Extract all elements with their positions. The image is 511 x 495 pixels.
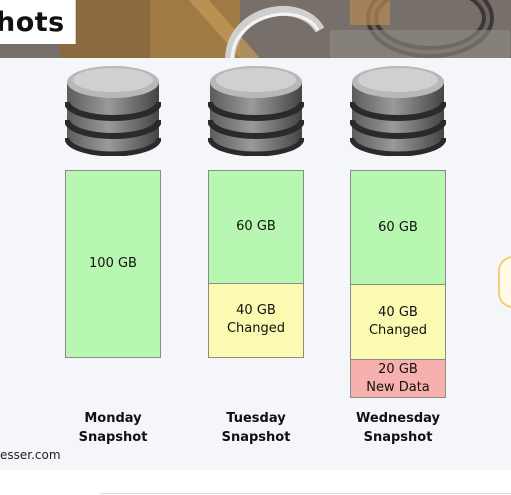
padlock-photo — [0, 0, 511, 58]
header-banner: hots — [0, 0, 511, 58]
slide-content: 100 GB Monday Snapshot 60 GB 40 GB Chang… — [0, 58, 511, 470]
storage-bar: 60 GB 40 GB Changed 20 GB New Data — [350, 170, 446, 398]
storage-bar: 100 GB — [65, 170, 161, 358]
bar-segment-base: 100 GB — [66, 171, 160, 357]
database-icon — [208, 66, 304, 156]
column-label: Wednesday Snapshot — [356, 411, 440, 445]
bar-segment-base: 60 GB — [209, 171, 303, 283]
bar-segment-new-data: 20 GB New Data — [351, 359, 445, 397]
database-icon — [65, 66, 161, 156]
database-icon — [350, 66, 446, 156]
bar-segment-base: 60 GB — [351, 171, 445, 284]
divider — [100, 493, 511, 494]
bar-segment-changed: 40 GB Changed — [351, 284, 445, 360]
slide-title: hots — [0, 6, 65, 38]
partial-circle-decoration — [498, 256, 511, 308]
column-label: Monday Snapshot — [78, 411, 148, 445]
bar-segment-changed: 40 GB Changed — [209, 282, 303, 357]
source-credit: esser.com — [0, 448, 61, 462]
column-label: Tuesday Snapshot — [221, 411, 291, 445]
storage-bar: 60 GB 40 GB Changed — [208, 170, 304, 358]
slide-title-box: hots — [0, 0, 76, 44]
